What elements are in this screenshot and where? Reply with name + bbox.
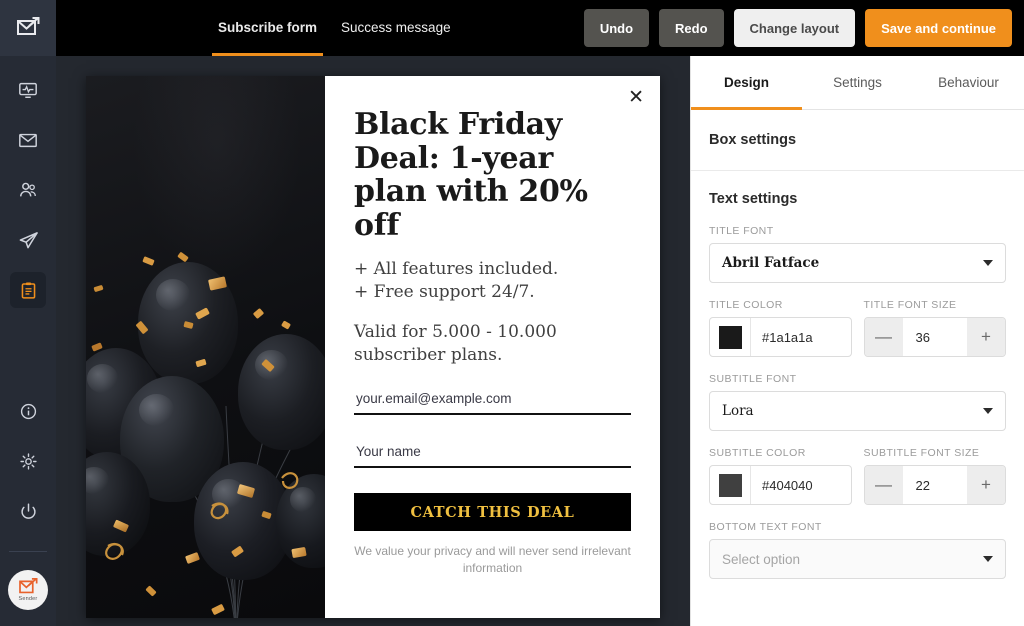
sidebar-item-subscribers[interactable] [10,172,46,208]
title-font-size-decrease[interactable]: — [864,318,903,356]
envelope-icon [18,130,38,150]
title-color-swatch [718,325,742,349]
title-color-size-row: TITLE COLOR #1a1a1a TITLE FONT SIZE — 36… [709,299,1006,357]
title-font-value: Abril Fatface [722,255,820,271]
title-color-field[interactable]: #1a1a1a [709,317,852,357]
subtitle-font-size-increase[interactable]: + [967,466,1005,504]
panel-content: Box settings Text settings TITLE FONT Ab… [691,110,1024,626]
subtitle-color-swatch [718,473,742,497]
sender-logo-icon [18,578,39,595]
sidebar-bottom: Sender [0,393,56,626]
cta-button[interactable]: CATCH THIS DEAL [354,493,631,532]
title-font-label: TITLE FONT [709,225,774,237]
gold-ribbons [105,472,299,560]
dashboard-monitor-icon [18,80,38,100]
chevron-down-icon [983,556,993,562]
subtitle-color-label: SUBTITLE COLOR [709,447,806,459]
change-layout-button[interactable]: Change layout [733,9,856,47]
title-color-value: #1a1a1a [762,329,813,345]
tab-behaviour[interactable]: Behaviour [913,56,1024,109]
editor-tabs: Subscribe form Success message [206,0,463,56]
subtitle-font-size-group: SUBTITLE FONT SIZE — 22 + [863,447,1006,505]
panel-tabs: Design Settings Behaviour [691,56,1024,110]
text-settings-section: Text settings TITLE FONT Abril Fatface T… [691,171,1024,579]
redo-button[interactable]: Redo [659,9,724,47]
email-input[interactable] [354,388,631,416]
title-font-select[interactable]: Abril Fatface [709,243,1006,283]
avatar-label: Sender [18,596,38,602]
subtitle-font-select[interactable]: Lora [709,391,1006,431]
subtitle-font-label: SUBTITLE FONT [709,373,797,385]
avatar[interactable]: Sender [8,570,48,610]
topbar-actions: Undo Redo Change layout Save and continu… [583,9,1024,47]
tab-success-message[interactable]: Success message [329,0,463,56]
subtitle-color-field[interactable]: #404040 [709,465,852,505]
sidebar-item-logout[interactable] [10,493,46,529]
form-canvas: ✕ Black Friday Deal: 1-year plan with 20… [56,56,690,626]
save-and-continue-button[interactable]: Save and continue [865,9,1012,47]
subtitle-font-size-value[interactable]: 22 [902,466,967,504]
bottom-text-font-label: BOTTOM TEXT FONT [709,521,822,533]
tab-settings[interactable]: Settings [802,56,913,109]
privacy-note: We value your privacy and will never sen… [354,544,631,575]
subtitle-color-value: #404040 [762,477,813,493]
subtitle-font-size-decrease[interactable]: — [864,466,903,504]
bottom-text-font-select[interactable]: Select option [709,539,1006,579]
workspace: ✕ Black Friday Deal: 1-year plan with 20… [56,56,1024,626]
sidebar-item-campaigns[interactable] [10,122,46,158]
app-logo[interactable] [0,0,56,56]
name-input[interactable] [354,441,631,469]
app-root: Sender Subscribe form Success message Un… [0,0,1024,626]
sidebar: Sender [0,0,56,626]
clipboard-form-icon [19,281,38,300]
sidebar-item-forms[interactable] [10,272,46,308]
popup-image [86,76,325,618]
subtitle-font-size-label: SUBTITLE FONT SIZE [863,447,980,459]
title-font-size-increase[interactable]: + [967,318,1005,356]
text-settings-title: Text settings [709,191,798,207]
tab-design[interactable]: Design [691,56,802,110]
box-settings-section[interactable]: Box settings [691,110,1024,171]
bottom-text-font-value: Select option [722,551,801,567]
popup-preview: ✕ Black Friday Deal: 1-year plan with 20… [86,76,660,618]
subtitle-font-size-stepper: — 22 + [863,465,1006,505]
paper-plane-icon [18,230,39,251]
sidebar-item-dashboard[interactable] [10,72,46,108]
title-font-size-group: TITLE FONT SIZE — 36 + [863,299,1006,357]
popup-benefits: + All features included. + Free support … [354,259,559,303]
title-color-group: TITLE COLOR #1a1a1a [709,299,852,357]
close-icon[interactable]: ✕ [628,88,644,107]
title-font-size-value[interactable]: 36 [902,318,967,356]
popup-form: ✕ Black Friday Deal: 1-year plan with 20… [325,76,660,618]
topbar: Subscribe form Success message Undo Redo… [56,0,1024,56]
envelope-arrow-icon [15,15,41,41]
design-panel: Design Settings Behaviour Box settings T… [690,56,1024,626]
popup-headline: Black Friday Deal: 1-year plan with 20% … [354,107,588,243]
power-icon [19,502,38,521]
users-icon [18,180,38,200]
subtitle-color-swatch-button[interactable] [710,466,751,504]
tab-subscribe-form[interactable]: Subscribe form [206,0,329,56]
sidebar-item-settings[interactable] [10,443,46,479]
sidebar-item-help[interactable] [10,393,46,429]
title-font-size-label: TITLE FONT SIZE [863,299,957,311]
popup-validity: Valid for 5.000 - 10.000 subscriber plan… [354,321,557,365]
sidebar-divider [9,551,47,552]
subtitle-font-value: Lora [722,403,754,419]
subtitle-color-group: SUBTITLE COLOR #404040 [709,447,852,505]
main-area: Subscribe form Success message Undo Redo… [56,0,1024,626]
chevron-down-icon [983,408,993,414]
title-font-size-stepper: — 36 + [863,317,1006,357]
gear-icon [19,452,38,471]
undo-button[interactable]: Undo [583,9,650,47]
sidebar-items [0,72,56,308]
subtitle-color-size-row: SUBTITLE COLOR #404040 SUBTITLE FONT SIZ… [709,447,1006,505]
info-icon [19,402,38,421]
title-color-label: TITLE COLOR [709,299,783,311]
chevron-down-icon [983,260,993,266]
sidebar-item-automation[interactable] [10,222,46,258]
title-color-swatch-button[interactable] [710,318,751,356]
